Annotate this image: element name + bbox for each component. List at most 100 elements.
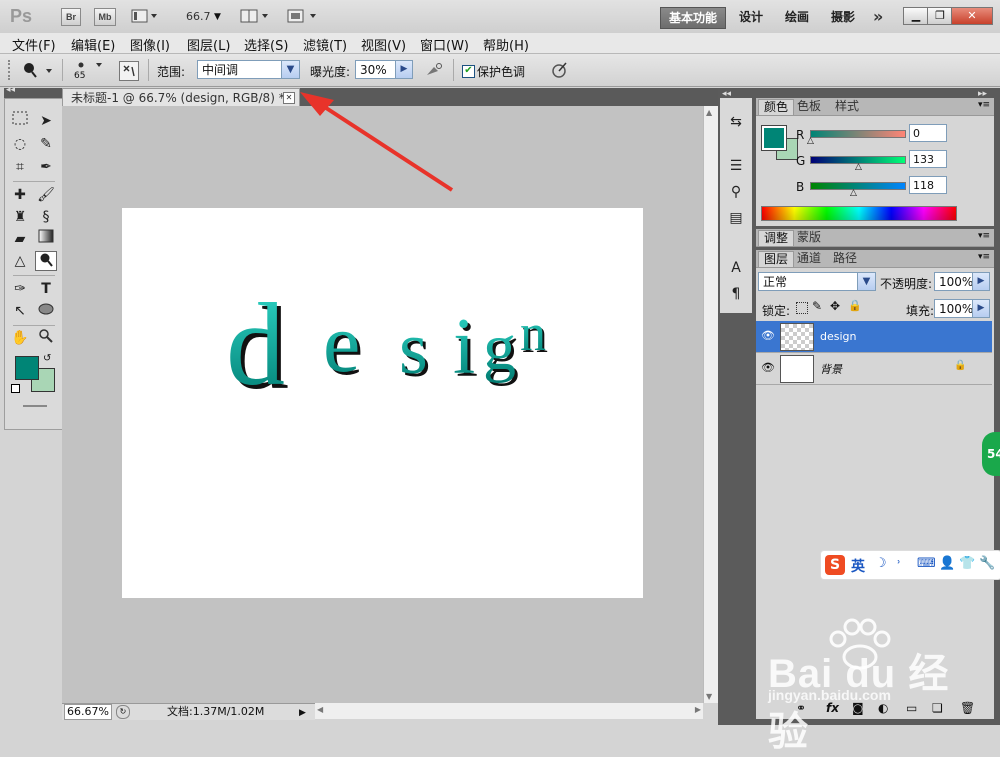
menu-window[interactable]: 窗口(W) bbox=[420, 35, 469, 54]
collapse-arrows-icon[interactable]: ◂◂ bbox=[6, 85, 15, 95]
lock-transparent-icon[interactable] bbox=[796, 302, 808, 314]
dodge-tool[interactable] bbox=[35, 251, 57, 271]
workspace-design[interactable]: 设计 bbox=[731, 7, 771, 27]
panel-menu-icon[interactable]: ▾≡ bbox=[978, 252, 990, 262]
tab-channels[interactable]: 通道 bbox=[792, 251, 826, 266]
b-slider-handle-icon[interactable]: △ bbox=[850, 188, 857, 198]
document-tab[interactable]: 未标题-1 @ 66.7% (design, RGB/8) * ✕ bbox=[62, 88, 300, 106]
pressure-size-button[interactable] bbox=[549, 60, 569, 80]
airbrush-button[interactable] bbox=[424, 61, 444, 79]
menu-filter[interactable]: 滤镜(T) bbox=[303, 35, 347, 54]
layer-row-background[interactable]: 👁 背景 🔒 bbox=[756, 353, 992, 385]
menu-image[interactable]: 图像(I) bbox=[130, 35, 170, 54]
brush-picker[interactable]: 65 bbox=[70, 59, 106, 83]
healing-brush-tool[interactable]: ✚ bbox=[9, 185, 31, 205]
quick-selection-tool[interactable]: ✎ bbox=[35, 134, 57, 154]
close-button[interactable]: ✕ bbox=[951, 7, 993, 25]
view-extras-button[interactable] bbox=[131, 8, 159, 24]
blend-mode-select[interactable]: 正常 ▼ bbox=[758, 272, 876, 291]
type-tool[interactable]: T bbox=[35, 279, 57, 299]
minimize-button[interactable]: ▁ bbox=[903, 7, 929, 25]
horizontal-scrollbar[interactable]: ◀ ▶ bbox=[315, 703, 703, 719]
eraser-tool[interactable]: ▰ bbox=[9, 229, 31, 249]
tab-masks[interactable]: 蒙版 bbox=[792, 230, 826, 245]
options-grip[interactable] bbox=[8, 60, 15, 80]
clone-stamp-tool[interactable]: ♜ bbox=[9, 207, 31, 227]
zoom-level[interactable]: 66.7 bbox=[186, 10, 211, 23]
menu-view[interactable]: 视图(V) bbox=[361, 35, 406, 54]
brush-presets-panel-icon[interactable]: ☰ bbox=[726, 156, 746, 176]
marquee-tool[interactable] bbox=[9, 111, 31, 131]
status-info-icon[interactable]: ↻ bbox=[116, 705, 130, 719]
color-spectrum-ramp[interactable] bbox=[761, 206, 957, 221]
panel-menu-icon[interactable]: ▾≡ bbox=[978, 100, 990, 110]
tab-layers[interactable]: 图层 bbox=[758, 251, 795, 267]
ime-skin-icon[interactable]: 👕 bbox=[959, 556, 975, 571]
move-tool[interactable]: ➤ bbox=[35, 111, 57, 131]
canvas[interactable]: d d e e s s i i g g n n bbox=[122, 208, 643, 598]
menu-select[interactable]: 选择(S) bbox=[244, 35, 288, 54]
more-workspaces-icon[interactable]: » bbox=[873, 7, 883, 26]
fill-input[interactable]: 100% ▶ bbox=[934, 299, 990, 318]
menu-layer[interactable]: 图层(L) bbox=[187, 35, 230, 54]
ime-language[interactable]: 英 bbox=[851, 556, 865, 576]
range-select[interactable]: 中间调 ▼ bbox=[197, 60, 300, 79]
exposure-input[interactable]: 30% ▶ bbox=[355, 60, 413, 79]
visibility-eye-icon[interactable]: 👁 bbox=[760, 329, 776, 343]
swap-colors-icon[interactable]: ↺ bbox=[43, 353, 51, 364]
history-panel-icon[interactable]: ⇆ bbox=[726, 112, 746, 132]
tab-styles[interactable]: 样式 bbox=[830, 99, 864, 114]
hand-tool[interactable]: ✋ bbox=[9, 328, 31, 348]
gradient-tool[interactable] bbox=[35, 229, 57, 249]
tab-swatches[interactable]: 色板 bbox=[792, 99, 826, 114]
b-slider[interactable] bbox=[810, 182, 906, 190]
ime-keyboard-icon[interactable]: ⌨ bbox=[917, 556, 936, 571]
fill-slider-toggle-icon[interactable]: ▶ bbox=[972, 300, 989, 317]
tab-paths[interactable]: 路径 bbox=[828, 251, 862, 266]
brush-panel-toggle[interactable] bbox=[119, 61, 139, 81]
lock-position-icon[interactable]: ✥ bbox=[830, 299, 840, 313]
menu-edit[interactable]: 编辑(E) bbox=[71, 35, 115, 54]
opacity-slider-toggle-icon[interactable]: ▶ bbox=[972, 273, 989, 290]
zoom-dropdown-icon[interactable]: ▼ bbox=[214, 12, 221, 22]
lock-pixels-icon[interactable]: ✎ bbox=[812, 299, 822, 313]
scroll-up-icon[interactable]: ▲ bbox=[706, 108, 712, 117]
foreground-color-swatch[interactable] bbox=[15, 356, 39, 380]
menu-file[interactable]: 文件(F) bbox=[12, 35, 56, 54]
layer-row-design[interactable]: 👁 design bbox=[756, 321, 992, 353]
tab-adjustments[interactable]: 调整 bbox=[758, 230, 795, 246]
r-slider-handle-icon[interactable]: △ bbox=[807, 136, 814, 146]
default-colors-icon[interactable] bbox=[11, 384, 20, 393]
bridge-button[interactable]: Br bbox=[61, 8, 81, 26]
tool-presets-panel-icon[interactable]: ▤ bbox=[726, 208, 746, 228]
toolbox-header[interactable]: ◂◂ bbox=[4, 85, 64, 98]
brush-tool[interactable]: 🖌 bbox=[35, 185, 57, 205]
arrange-documents-button[interactable] bbox=[240, 8, 272, 24]
screen-mode-button[interactable] bbox=[286, 8, 320, 24]
workspace-painting[interactable]: 绘画 bbox=[777, 7, 817, 27]
pen-tool[interactable]: ✑ bbox=[9, 279, 31, 299]
zoom-status[interactable]: 66.67% bbox=[64, 704, 112, 720]
ime-settings-icon[interactable]: 🔧 bbox=[979, 556, 995, 571]
lock-all-icon[interactable]: 🔒 bbox=[848, 299, 862, 312]
paragraph-panel-icon[interactable]: ¶ bbox=[726, 284, 746, 304]
status-menu-arrow-icon[interactable]: ▶ bbox=[299, 705, 306, 721]
scroll-left-icon[interactable]: ◀ bbox=[317, 705, 323, 714]
restore-button[interactable]: ❐ bbox=[927, 7, 953, 25]
exposure-slider-toggle-icon[interactable]: ▶ bbox=[395, 61, 412, 78]
r-value[interactable]: 0 bbox=[909, 124, 947, 142]
zoom-tool[interactable] bbox=[35, 328, 57, 348]
ime-moon-icon[interactable]: ☽ bbox=[875, 556, 887, 571]
g-value[interactable]: 133 bbox=[909, 150, 947, 168]
g-slider-handle-icon[interactable]: △ bbox=[855, 162, 862, 172]
visibility-eye-icon[interactable]: 👁 bbox=[760, 361, 776, 375]
panel-foreground-swatch[interactable] bbox=[761, 125, 787, 151]
path-selection-tool[interactable]: ↖ bbox=[9, 301, 31, 321]
quick-mask-button[interactable] bbox=[23, 405, 47, 407]
history-brush-tool[interactable]: § bbox=[35, 207, 57, 227]
r-slider[interactable] bbox=[810, 130, 906, 138]
scroll-right-icon[interactable]: ▶ bbox=[695, 705, 701, 714]
ime-user-icon[interactable]: 👤 bbox=[939, 556, 955, 571]
vertical-scrollbar[interactable]: ▲ ▼ bbox=[703, 106, 719, 703]
protect-tones-checkbox[interactable]: ✔ bbox=[462, 65, 475, 78]
